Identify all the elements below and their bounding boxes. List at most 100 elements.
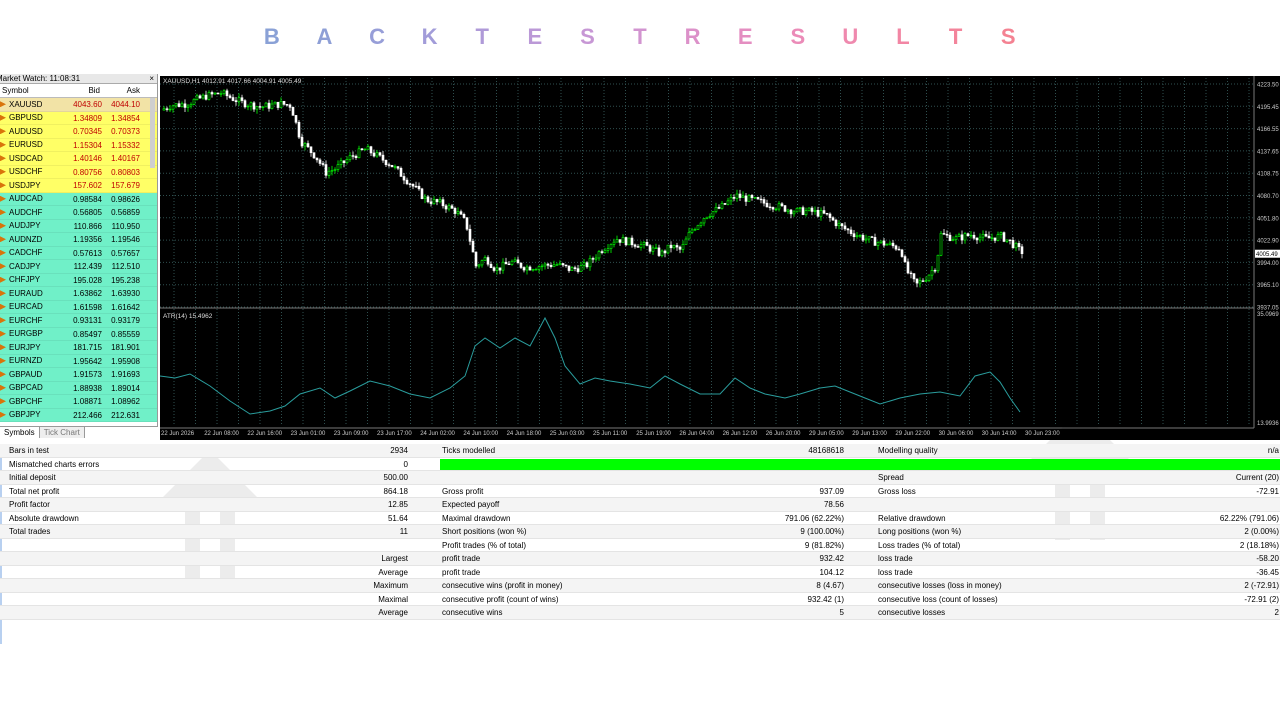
- market-watch-row[interactable]: EURJPY 181.715 181.901: [0, 341, 157, 355]
- candle-body: [834, 219, 838, 227]
- candle-body: [405, 179, 409, 185]
- report-value: 932.42: [819, 554, 844, 563]
- candle-body: [816, 209, 820, 217]
- market-watch-row[interactable]: USDJPY 157.602 157.679: [0, 179, 157, 193]
- time-tick-label: 23 Jun 09:00: [334, 431, 369, 437]
- bid-cell: 1.61598: [73, 302, 102, 312]
- candle-body: [720, 203, 724, 209]
- column-header-ask[interactable]: Ask: [102, 84, 142, 97]
- candle-body: [330, 170, 334, 172]
- candle-body: [969, 234, 973, 237]
- price-tick-label: 4195.45: [1257, 105, 1279, 111]
- market-watch-row[interactable]: CADJPY 112.439 112.510: [0, 260, 157, 274]
- symbol-cell: USDCAD: [0, 152, 60, 165]
- market-watch-row[interactable]: XAUUSD 4043.60 4044.10: [0, 98, 157, 112]
- time-tick-label: 25 Jun 03:00: [550, 431, 585, 437]
- candle-body: [1005, 239, 1009, 242]
- symbol-label: CADJPY: [9, 261, 41, 271]
- column-header-symbol[interactable]: Symbol: [0, 84, 60, 97]
- market-watch-row[interactable]: EURGBP 0.85497 0.85559: [0, 327, 157, 341]
- market-watch-row[interactable]: GBPAUD 1.91573 1.91693: [0, 368, 157, 382]
- candle-body: [177, 103, 181, 107]
- candle-body: [876, 242, 880, 246]
- title-letter: S: [580, 24, 595, 49]
- candle-body: [951, 239, 955, 241]
- report-value: 9 (100.00%): [800, 527, 844, 536]
- report-label: Spread: [878, 473, 904, 482]
- report-row: Profit trades (% of total) 9 (81.82%) Loss…: [0, 539, 1280, 552]
- candle-body: [597, 251, 601, 259]
- candle-body: [324, 164, 328, 176]
- candle-body: [909, 272, 913, 275]
- symbol-label: AUDCAD: [9, 194, 43, 203]
- symbol-arrow-icon: [0, 195, 6, 202]
- market-watch-row[interactable]: EURUSD 1.15304 1.15332: [0, 138, 157, 152]
- candle-body: [357, 148, 361, 158]
- market-watch-row[interactable]: EURNZD 1.95642 1.95908: [0, 354, 157, 368]
- candle-body: [210, 92, 214, 95]
- symbol-cell: GBPAUD: [0, 368, 60, 381]
- market-watch-row[interactable]: GBPJPY 212.466 212.631: [0, 408, 157, 422]
- market-watch-row[interactable]: AUDCHF 0.56805 0.56859: [0, 206, 157, 220]
- candle-body: [390, 164, 394, 168]
- candle-body: [813, 209, 817, 212]
- market-watch-row[interactable]: GBPUSD 1.34809 1.34854: [0, 111, 157, 125]
- report-value: 2: [1274, 608, 1279, 617]
- candle-body: [435, 199, 439, 203]
- symbol-label: EURNZD: [9, 356, 43, 365]
- candle-body: [948, 234, 952, 241]
- candle-body: [693, 229, 697, 231]
- market-watch-row[interactable]: CHFJPY 195.028 195.238: [0, 273, 157, 287]
- market-watch-row[interactable]: EURAUD 1.63862 1.63930: [0, 287, 157, 301]
- report-label: profit trade: [442, 567, 481, 577]
- report-row: Mismatched charts errors 0: [0, 458, 1280, 471]
- scrollbar[interactable]: [150, 98, 155, 168]
- candle-body: [651, 247, 655, 252]
- symbol-arrow-icon: [0, 330, 6, 337]
- market-watch-row[interactable]: AUDCAD 0.98584 0.98626: [0, 192, 157, 206]
- candle-body: [537, 266, 541, 270]
- symbol-label: CADCHF: [9, 248, 43, 257]
- chart-canvas[interactable]: 4223.50 4195.45 4166.55 4137.65 4108.75 4080.…: [160, 76, 1280, 440]
- market-watch-row[interactable]: EURCAD 1.61598 1.61642: [0, 300, 157, 314]
- market-watch-row[interactable]: GBPCAD 1.88938 1.89014: [0, 381, 157, 395]
- candle-body: [984, 234, 988, 237]
- symbol-label: AUDJPY: [9, 221, 41, 230]
- close-icon[interactable]: ×: [149, 74, 154, 83]
- market-watch-row[interactable]: USDCAD 1.40146 1.40167: [0, 152, 157, 166]
- tab-symbols[interactable]: Symbols: [0, 427, 40, 438]
- market-watch-row[interactable]: AUDUSD 0.70345 0.70373: [0, 125, 157, 139]
- report-value: 2934: [390, 446, 408, 455]
- candle-body: [378, 152, 382, 156]
- candle-body: [222, 90, 226, 94]
- time-tick-label: 30 Jun 14:00: [982, 431, 1017, 437]
- candle-body: [915, 278, 919, 284]
- candle-body: [432, 199, 436, 204]
- market-watch-row[interactable]: GBPCHF 1.08871 1.08962: [0, 395, 157, 409]
- candle-body: [981, 234, 985, 238]
- column-header-bid[interactable]: Bid: [60, 84, 102, 97]
- candle-body: [933, 270, 937, 272]
- page-title: BACKTESTRESULTS: [0, 24, 1280, 54]
- candle-body: [897, 248, 901, 251]
- time-tick-label: 30 Jun 23:00: [1025, 431, 1060, 437]
- market-watch-row[interactable]: AUDJPY 110.866 110.950: [0, 219, 157, 233]
- symbol-cell: AUDNZD: [0, 233, 60, 246]
- candle-body: [315, 157, 319, 161]
- symbol-arrow-icon: [0, 290, 6, 297]
- market-watch-row[interactable]: USDCHF 0.80756 0.80803: [0, 165, 157, 179]
- time-tick-label: 29 Jun 05:00: [809, 431, 844, 437]
- market-watch-row[interactable]: EURCHF 0.93131 0.93179: [0, 314, 157, 328]
- candle-body: [291, 107, 295, 116]
- report-row: Absolute drawdown 51.64 Maximal drawdown 79…: [0, 512, 1280, 525]
- candle-body: [624, 237, 628, 246]
- candle-body: [219, 93, 223, 95]
- tab-tick-chart[interactable]: Tick Chart: [39, 427, 85, 438]
- market-watch-row[interactable]: CADCHF 0.57613 0.57657: [0, 246, 157, 260]
- candle-body: [894, 245, 898, 250]
- candle-body: [408, 183, 412, 185]
- ask-cell: 195.238: [111, 275, 140, 285]
- market-watch-row[interactable]: AUDNZD 1.19356 1.19546: [0, 233, 157, 247]
- price-chart[interactable]: 4223.50 4195.45 4166.55 4137.65 4108.75 4080.…: [160, 76, 1280, 440]
- candle-body: [171, 105, 175, 110]
